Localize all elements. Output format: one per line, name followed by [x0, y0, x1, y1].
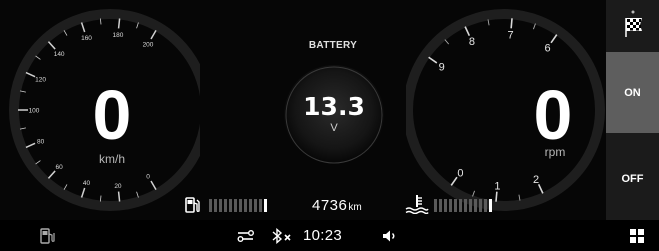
level-segment: [234, 199, 237, 212]
level-segment: [434, 199, 437, 212]
rpm-major-tick: [550, 34, 558, 44]
rpm-value: 0: [533, 76, 573, 154]
speed-major-tick: [47, 170, 56, 179]
rpm-major-tick: [428, 56, 438, 64]
level-segment: [214, 199, 217, 212]
battery-title: BATTERY: [308, 40, 358, 51]
rpm-tick-label: 2: [533, 174, 539, 186]
rpm-major-tick: [510, 18, 513, 29]
level-segment: [254, 199, 257, 212]
level-segment: [454, 199, 457, 212]
level-segment: [219, 199, 222, 212]
speed-major-tick: [80, 187, 86, 198]
rpm-tick-label: 7: [508, 29, 514, 41]
level-segment: [469, 199, 472, 212]
fuel-station-icon[interactable]: [40, 220, 56, 251]
level-segment: [224, 199, 227, 212]
speed-major-tick: [117, 191, 121, 202]
level-segment: [264, 199, 267, 212]
level-segment: [209, 199, 212, 212]
level-segment: [244, 199, 247, 212]
level-segment: [459, 199, 462, 212]
speed-major-tick: [117, 18, 121, 29]
key-icon[interactable]: [237, 220, 255, 251]
level-segment: [464, 199, 467, 212]
level-segment: [249, 199, 252, 212]
speed-minor-tick: [136, 22, 139, 29]
rpm-major-tick: [464, 26, 471, 37]
speed-tick-label: 140: [54, 51, 65, 58]
speed-tick-label: 0: [146, 173, 150, 180]
speed-major-tick: [80, 22, 86, 33]
on-button[interactable]: ON: [606, 52, 659, 133]
status-bar: 10:23: [0, 220, 659, 251]
speed-tick-label: 60: [56, 164, 64, 171]
battery-voltage: 13.3: [303, 92, 365, 121]
speed-tick-label: 100: [29, 108, 40, 115]
speed-minor-tick: [63, 184, 68, 190]
level-segment: [474, 199, 477, 212]
speed-unit: km/h: [98, 152, 125, 166]
speed-tick-label: 80: [37, 138, 45, 145]
speed-major-tick: [25, 142, 36, 149]
rpm-tick-label: 8: [469, 36, 475, 48]
coolant-temp-icon: [405, 194, 429, 214]
level-segment: [439, 199, 442, 212]
rpm-unit: rpm: [544, 145, 566, 159]
rpm-tick-label: 0: [457, 167, 463, 179]
rpm-major-tick: [450, 176, 458, 186]
speed-major-tick: [150, 180, 157, 191]
odometer-unit: km: [348, 202, 362, 213]
rpm-major-tick: [537, 183, 544, 194]
rpm-tick-label: 9: [439, 61, 445, 73]
speed-major-tick: [150, 29, 157, 40]
fuel-icon: [185, 196, 201, 214]
speed-tick-label: 120: [35, 77, 46, 84]
speed-tick-label: 40: [83, 180, 91, 187]
level-segment: [259, 199, 262, 212]
speed-tick-label: 20: [114, 183, 122, 190]
rpm-major-tick: [495, 191, 498, 202]
odometer-value: 4736: [312, 197, 348, 214]
odometer: 4736 km: [312, 197, 362, 214]
bluetooth-off-icon[interactable]: [271, 220, 293, 251]
flag-button[interactable]: [606, 0, 659, 48]
speed-tick-label: 180: [113, 32, 124, 39]
checkered-flag-icon: [624, 10, 642, 37]
rpm-minor-tick: [472, 190, 476, 197]
instrument-cluster: 0 20 40 60 80 100 120 140 160 180 200 0 km/h BATTE…: [0, 0, 606, 220]
speed-minor-tick: [35, 160, 41, 165]
coolant-level-bar: [434, 199, 492, 212]
speed-tick-label: 200: [143, 42, 154, 49]
level-segment: [239, 199, 242, 212]
fuel-level-bar: [209, 199, 267, 212]
level-segment: [449, 199, 452, 212]
speed-minor-tick: [35, 55, 41, 60]
level-segment: [489, 199, 492, 212]
off-button[interactable]: OFF: [606, 137, 659, 220]
level-segment: [444, 199, 447, 212]
rpm-minor-tick: [518, 194, 521, 201]
speed-minor-tick: [136, 191, 139, 198]
rpm-tick-label: 6: [545, 43, 551, 55]
volume-icon[interactable]: [382, 220, 398, 251]
level-segment: [484, 199, 487, 212]
speed-major-tick: [25, 71, 36, 78]
speed-tick-label: 160: [81, 35, 92, 42]
cluster-screen: 0 20 40 60 80 100 120 140 160 180 200 0 km/h BATTE…: [0, 0, 659, 251]
level-segment: [479, 199, 482, 212]
speed-major-tick: [47, 41, 56, 50]
rpm-minor-tick: [487, 19, 490, 26]
rpm-minor-tick: [444, 39, 450, 45]
rpm-tick-label: 1: [494, 181, 500, 193]
speed-minor-tick: [63, 30, 68, 36]
grid-menu-icon[interactable]: [630, 220, 644, 251]
speed-value: 0: [92, 76, 132, 154]
clock: 10:23: [303, 227, 343, 244]
battery-unit: V: [330, 122, 338, 134]
side-panel: ON OFF: [606, 0, 659, 220]
level-segment: [229, 199, 232, 212]
rpm-minor-tick: [532, 23, 536, 30]
